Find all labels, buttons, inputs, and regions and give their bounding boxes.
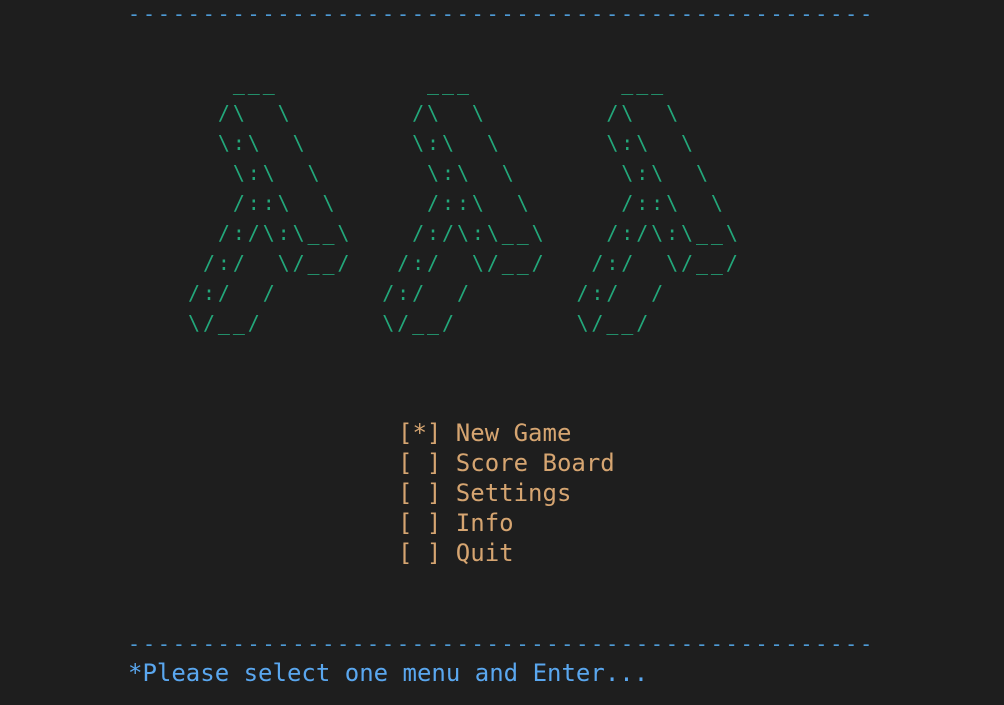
main-menu: [*] New Game [ ] Score Board [ ] Setting… (398, 418, 615, 568)
menu-item-new-game[interactable]: [*] New Game (398, 418, 615, 448)
menu-item-settings[interactable]: [ ] Settings (398, 478, 615, 508)
menu-item-score-board[interactable]: [ ] Score Board (398, 448, 615, 478)
status-prompt: *Please select one menu and Enter... (128, 659, 649, 687)
ascii-logo: ___ ___ ___ /\ \ /\ \ /\ \ \:\ \ \:\ \ \… (188, 71, 741, 335)
top-divider: ----------------------------------------… (128, 2, 876, 26)
bottom-divider: ----------------------------------------… (128, 632, 876, 656)
menu-item-quit[interactable]: [ ] Quit (398, 538, 615, 568)
menu-item-info[interactable]: [ ] Info (398, 508, 615, 538)
